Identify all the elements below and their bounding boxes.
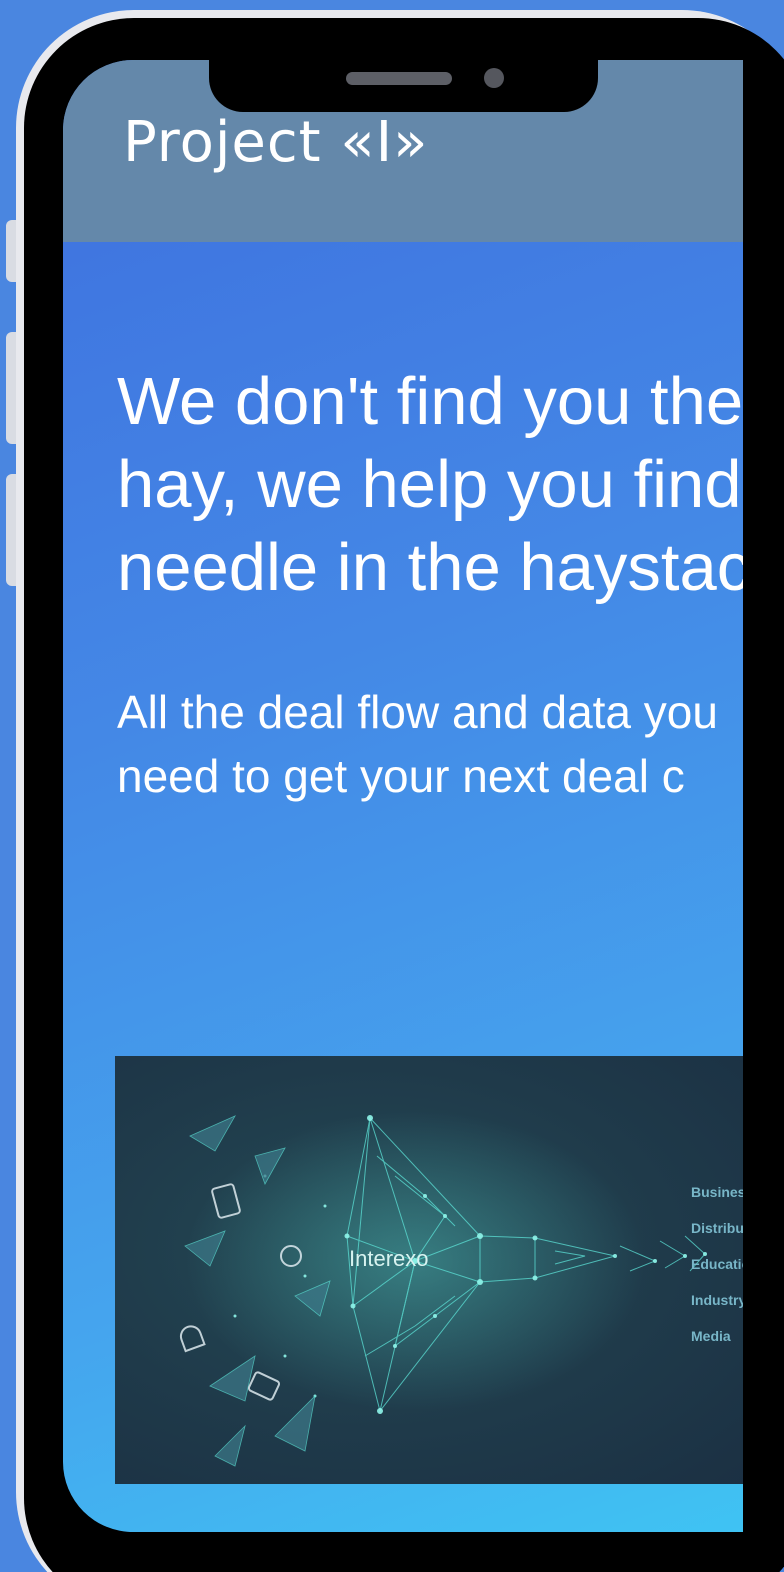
funnel-label: Interexo — [349, 1246, 429, 1271]
subhead-line: All the deal flow and data you — [117, 686, 718, 738]
industry-list: Business Distribution Education Industry… — [691, 1182, 743, 1362]
hero-headline: We don't find you the hay, we help you f… — [117, 360, 743, 609]
subhead-line: need to get your next deal c — [117, 750, 685, 802]
list-item: Industry — [691, 1292, 743, 1308]
headline-line: hay, we help you find — [117, 447, 742, 522]
hero-subheadline: All the deal flow and data you need to g… — [117, 680, 743, 808]
phone-bezel-right — [743, 60, 784, 1532]
phone-screen[interactable]: Project «I» We don't find you the hay, w… — [63, 60, 743, 1532]
headline-line: We don't find you the — [117, 364, 743, 439]
front-camera-icon — [484, 68, 504, 88]
notch — [209, 58, 598, 112]
funnel-illustration: Interexo Business Distribution Education… — [115, 1056, 743, 1484]
list-item: Education — [691, 1256, 743, 1272]
list-item: Distribution — [691, 1220, 743, 1236]
list-item: Business — [691, 1184, 743, 1200]
headline-line: needle in the haystack — [117, 530, 743, 605]
funnel-graphic — [179, 1111, 707, 1467]
speaker-icon — [346, 72, 452, 85]
app-title: Project «I» — [123, 110, 429, 175]
page: Project «I» We don't find you the hay, w… — [0, 0, 784, 1572]
list-item: Media — [691, 1328, 731, 1344]
